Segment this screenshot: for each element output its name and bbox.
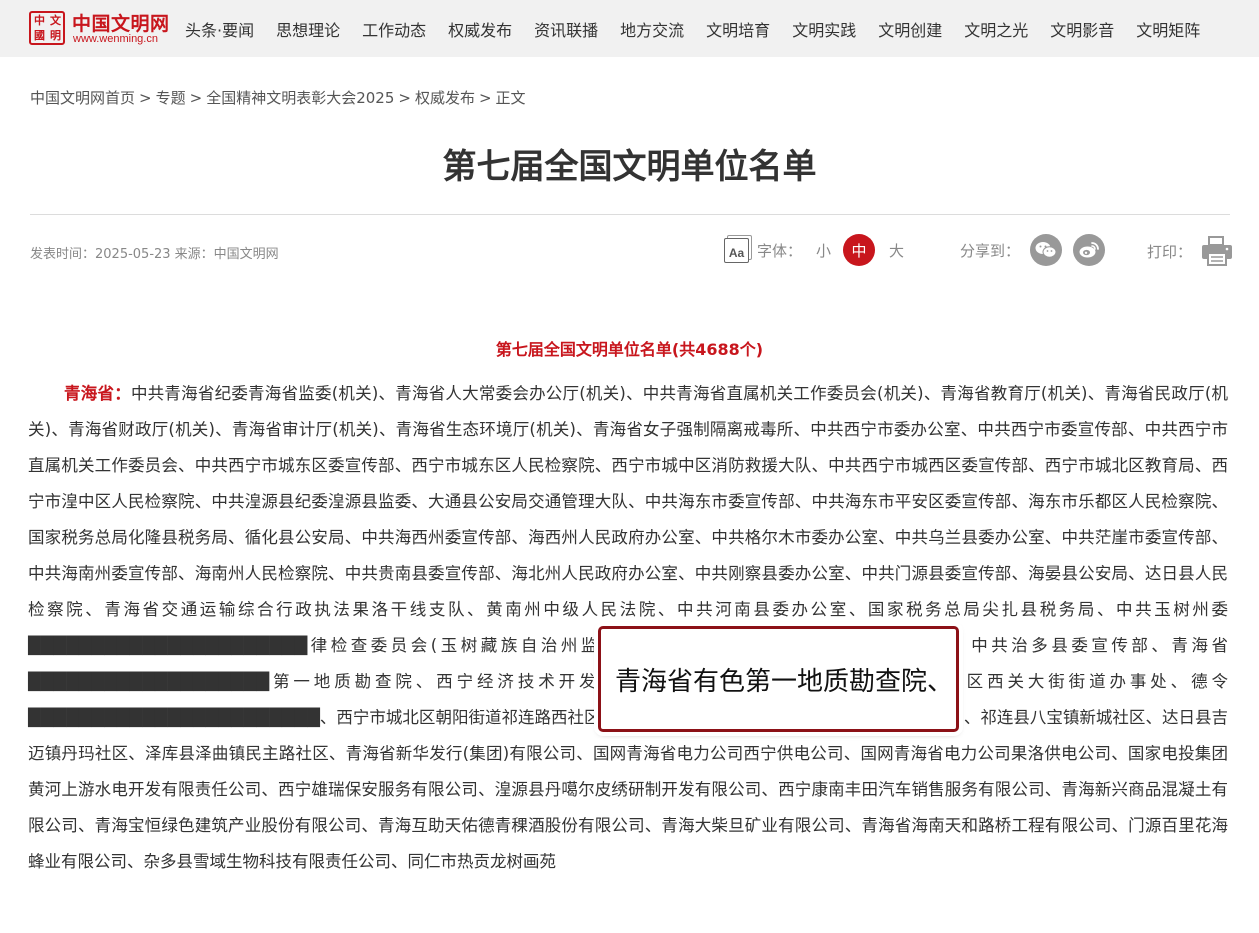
printer-icon[interactable] — [1200, 235, 1234, 267]
breadcrumb-separator: > — [139, 89, 152, 107]
nav-item-light-of-civility[interactable]: 文明之光 — [953, 17, 1039, 41]
font-size-medium-button[interactable]: 中 — [843, 234, 876, 266]
breadcrumb-separator: > — [189, 89, 203, 107]
nav-item-civility-matrix[interactable]: 文明矩阵 — [1125, 17, 1211, 41]
print-label: 打印： — [1147, 242, 1193, 261]
logo-seal-char: 國 — [34, 29, 45, 42]
nav-item-local-exchange[interactable]: 地方交流 — [609, 17, 695, 41]
province-label: 青海省： — [64, 384, 131, 403]
nav-item-theory[interactable]: 思想理论 — [265, 17, 351, 41]
font-size-icon: Aa — [724, 237, 749, 263]
share-label: 分享到： — [960, 241, 1021, 260]
article-header: 中国文明网首页 > 专题 > 全国精神文明表彰大会2025 > 权威发布 > 正文 第七届全国文… — [0, 57, 1259, 362]
title-divider — [30, 214, 1230, 215]
share-wechat-button[interactable] — [1030, 234, 1063, 266]
main-nav: 头条·要闻 思想理论 工作动态 权威发布 资讯联播 地方交流 文明培育 文明实践… — [174, 0, 1211, 57]
breadcrumb-separator: > — [398, 89, 411, 107]
top-navigation-bar: 中 文 國 明 中国文明网 www.wenming.cn 头条·要闻 思想理论 … — [0, 0, 1259, 57]
print-section: 打印： — [1147, 234, 1234, 268]
font-size-small-button[interactable]: 小 — [816, 240, 831, 261]
site-logo[interactable]: 中 文 國 明 中国文明网 www.wenming.cn — [29, 9, 169, 49]
logo-seal-char: 中 — [34, 14, 45, 27]
breadcrumb-official-releases[interactable]: 权威发布 — [415, 89, 475, 107]
nav-item-headlines[interactable]: 头条·要闻 — [174, 17, 265, 41]
logo-site-url: www.wenming.cn — [73, 33, 158, 45]
weibo-icon — [1079, 242, 1099, 258]
nav-item-official-releases[interactable]: 权威发布 — [437, 17, 523, 41]
zoom-overlay-text: 青海省有色第一地质勘查院、 — [615, 666, 954, 697]
font-size-large-button[interactable]: 大 — [889, 240, 904, 261]
nav-item-civility-practice[interactable]: 文明实践 — [781, 17, 867, 41]
logo-seal: 中 文 國 明 — [29, 11, 65, 45]
font-size-control: Aa 字体： 小 中 大 — [724, 234, 904, 266]
breadcrumb-current: 正文 — [495, 89, 526, 107]
nav-item-civility-media[interactable]: 文明影音 — [1039, 17, 1125, 41]
list-heading: 第七届全国文明单位名单(共4688个) — [495, 340, 764, 359]
article-meta: 发表时间：2025-05-23 来源：中国文明网 — [30, 247, 279, 262]
breadcrumb: 中国文明网首页 > 专题 > 全国精神文明表彰大会2025 > 权威发布 > 正文 — [30, 87, 526, 108]
nav-item-news-broadcast[interactable]: 资讯联播 — [523, 17, 609, 41]
article-title: 第七届全国文明单位名单 — [442, 147, 817, 187]
breadcrumb-conference[interactable]: 全国精神文明表彰大会2025 — [206, 89, 394, 107]
wechat-icon — [1035, 242, 1057, 258]
font-size-label: 字体： — [757, 241, 803, 260]
nav-item-civility-cultivation[interactable]: 文明培育 — [695, 17, 781, 41]
zoom-overlay: 青海省有色第一地质勘查院、 — [598, 626, 959, 732]
breadcrumb-home[interactable]: 中国文明网首页 — [30, 89, 135, 107]
logo-site-name: 中国文明网 — [72, 13, 170, 35]
logo-seal-char: 文 — [50, 14, 61, 27]
share-section: 分享到： — [960, 234, 1116, 266]
nav-item-work-news[interactable]: 工作动态 — [351, 17, 437, 41]
nav-item-civility-creation[interactable]: 文明创建 — [867, 17, 953, 41]
logo-seal-char: 明 — [50, 29, 61, 42]
share-weibo-button[interactable] — [1073, 234, 1106, 266]
breadcrumb-special-topics[interactable]: 专题 — [156, 89, 186, 107]
breadcrumb-separator: > — [478, 89, 492, 107]
